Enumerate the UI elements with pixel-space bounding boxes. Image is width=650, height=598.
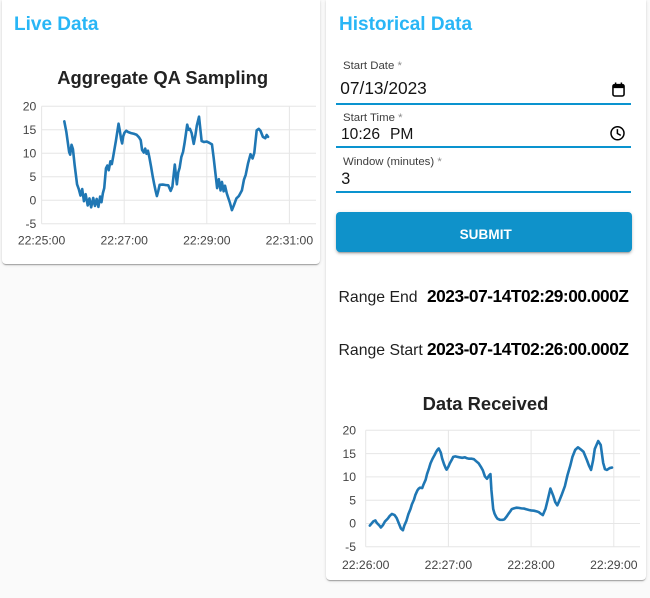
svg-text:15: 15 bbox=[23, 123, 37, 137]
svg-text:0: 0 bbox=[30, 194, 37, 208]
svg-text:22:29:00: 22:29:00 bbox=[590, 558, 638, 572]
svg-text:5: 5 bbox=[349, 493, 356, 507]
svg-text:22:27:00: 22:27:00 bbox=[100, 234, 148, 248]
svg-text:10: 10 bbox=[23, 147, 37, 161]
svg-text:22:27:00: 22:27:00 bbox=[425, 558, 473, 572]
svg-text:Aggregate QA Sampling: Aggregate QA Sampling bbox=[57, 67, 268, 88]
svg-text:-5: -5 bbox=[25, 217, 36, 231]
svg-text:20: 20 bbox=[342, 424, 356, 438]
svg-text:22:29:00: 22:29:00 bbox=[183, 234, 231, 248]
svg-text:-5: -5 bbox=[345, 540, 356, 554]
svg-text:15: 15 bbox=[342, 447, 356, 461]
svg-text:22:28:00: 22:28:00 bbox=[507, 558, 555, 572]
svg-text:10: 10 bbox=[342, 470, 356, 484]
svg-text:22:25:00: 22:25:00 bbox=[18, 234, 66, 248]
svg-text:22:26:00: 22:26:00 bbox=[342, 558, 390, 572]
svg-text:20: 20 bbox=[23, 100, 37, 114]
svg-text:5: 5 bbox=[30, 170, 37, 184]
svg-text:0: 0 bbox=[349, 517, 356, 531]
svg-text:Data Received: Data Received bbox=[423, 393, 549, 414]
svg-text:22:31:00: 22:31:00 bbox=[266, 234, 314, 248]
